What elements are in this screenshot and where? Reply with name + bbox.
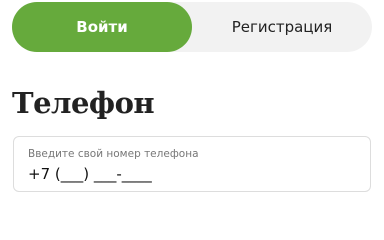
phone-section-title: Телефон bbox=[12, 86, 155, 120]
phone-input[interactable]: +7 (___) ___-____ bbox=[28, 165, 152, 183]
tab-login[interactable]: Войти bbox=[12, 2, 192, 52]
tab-register[interactable]: Регистрация bbox=[192, 2, 372, 52]
auth-tabs: Войти Регистрация bbox=[12, 2, 372, 52]
phone-field[interactable]: Введите свой номер телефона +7 (___) ___… bbox=[13, 136, 371, 192]
phone-field-label: Введите свой номер телефона bbox=[28, 148, 199, 160]
